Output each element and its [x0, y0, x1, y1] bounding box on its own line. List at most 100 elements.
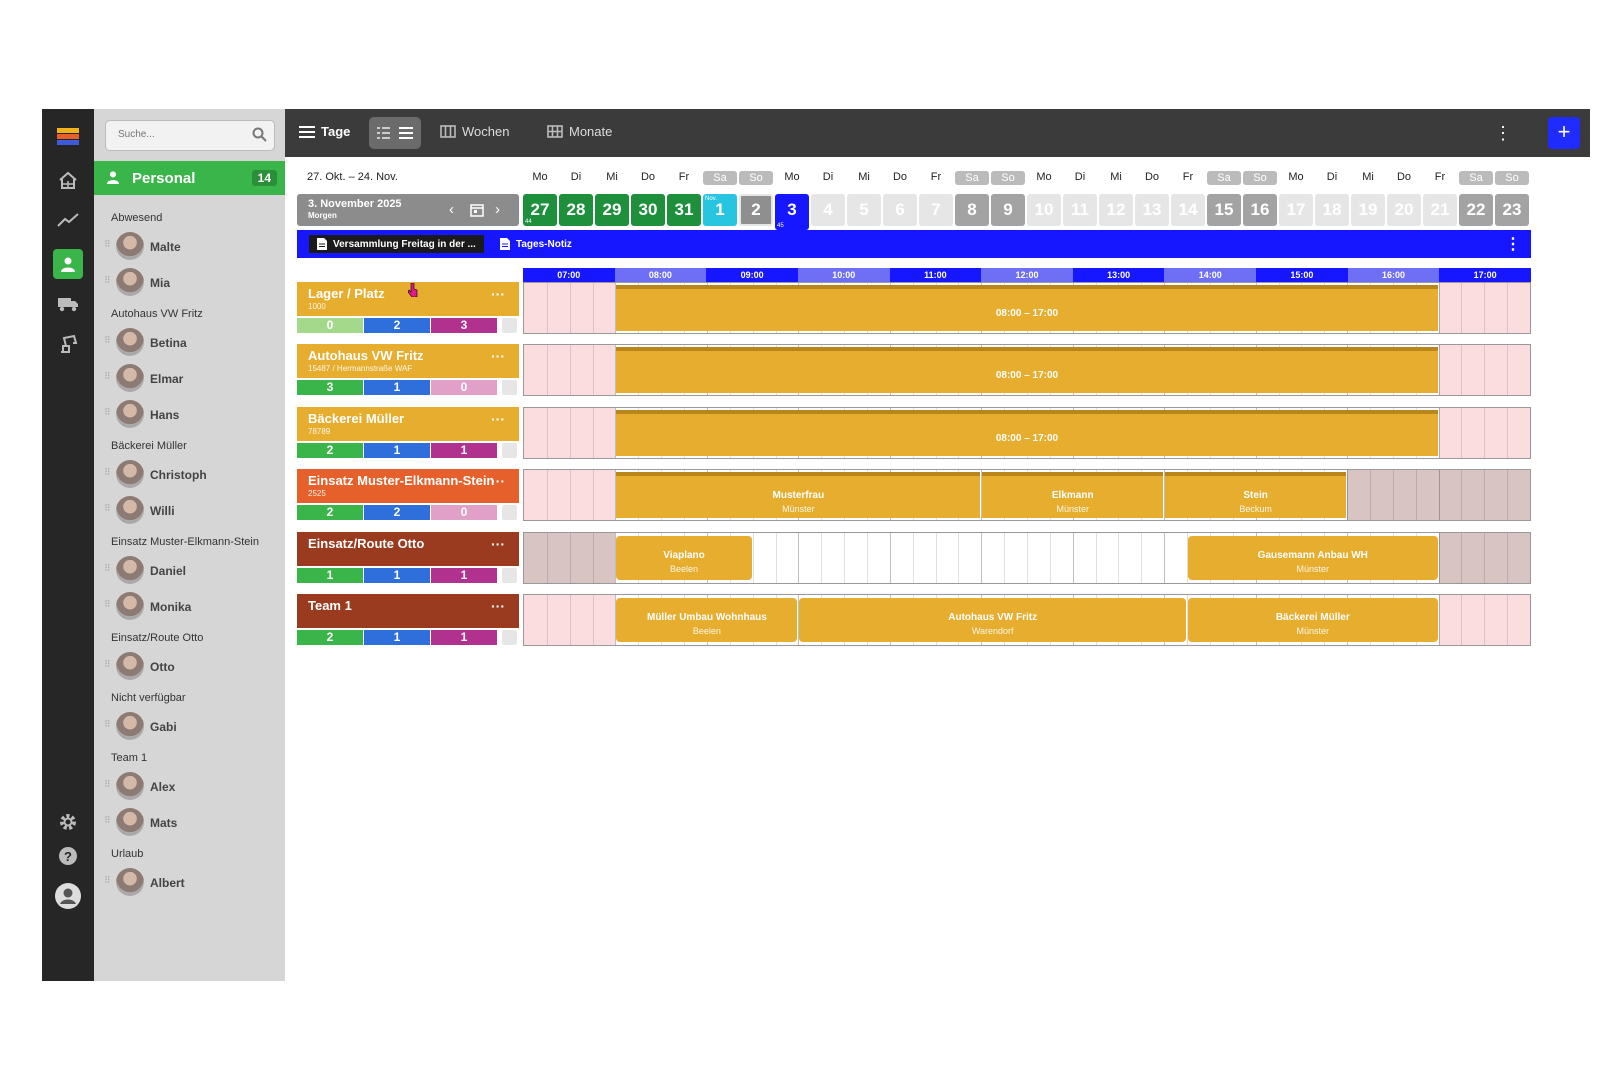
- row-note-icon[interactable]: [502, 380, 517, 395]
- drag-handle-icon[interactable]: ⠿: [104, 468, 111, 480]
- settings-gear-icon[interactable]: [53, 807, 83, 837]
- drag-handle-icon[interactable]: ⠿: [104, 660, 111, 672]
- timeline-track[interactable]: 08:00 – 17:00: [523, 344, 1531, 396]
- timeline-track[interactable]: Musterfrau Münster Elkmann Münster Stein Beck…: [523, 469, 1531, 521]
- shift-block[interactable]: Bäckerei Müller Münster: [1188, 598, 1438, 642]
- help-icon[interactable]: ?: [53, 841, 83, 871]
- day-button[interactable]: 9: [991, 194, 1025, 226]
- rows-icon[interactable]: [399, 127, 413, 139]
- day-button[interactable]: 4: [811, 194, 845, 226]
- shift-block[interactable]: Viaplano Beelen: [616, 536, 752, 580]
- drag-handle-icon[interactable]: ⠿: [104, 780, 111, 792]
- row-note-icon[interactable]: [502, 318, 517, 333]
- day-button[interactable]: 21: [1423, 194, 1457, 226]
- drag-handle-icon[interactable]: ⠿: [104, 408, 111, 420]
- day-button[interactable]: 11: [1063, 194, 1097, 226]
- timeline-track[interactable]: 08:00 – 17:00: [523, 407, 1531, 459]
- person-item[interactable]: ⠿ Christoph: [102, 460, 278, 490]
- day-button[interactable]: 19: [1351, 194, 1385, 226]
- day-button[interactable]: 13: [1135, 194, 1169, 226]
- shift-block[interactable]: Musterfrau Münster: [616, 472, 981, 518]
- shift-block[interactable]: 08:00 – 17:00: [616, 285, 1438, 331]
- row-note-icon[interactable]: [502, 505, 517, 520]
- day-button[interactable]: 2: [739, 194, 773, 226]
- resource-more-icon[interactable]: ···: [491, 536, 505, 552]
- shift-block[interactable]: 08:00 – 17:00: [616, 410, 1438, 456]
- tage-button[interactable]: Tage: [299, 124, 350, 139]
- day-button[interactable]: 29: [595, 194, 629, 226]
- person-item[interactable]: ⠿ Mia: [102, 268, 278, 298]
- drag-handle-icon[interactable]: ⠿: [104, 564, 111, 576]
- day-button[interactable]: 18: [1315, 194, 1349, 226]
- view-toggle[interactable]: [369, 117, 421, 149]
- row-note-icon[interactable]: [502, 630, 517, 645]
- person-item[interactable]: ⠿ Otto: [102, 652, 278, 682]
- personal-header[interactable]: Personal 14: [94, 161, 285, 195]
- home-icon[interactable]: [53, 165, 83, 195]
- person-item[interactable]: ⠿ Malte: [102, 232, 278, 262]
- truck-icon[interactable]: [53, 289, 83, 319]
- day-button[interactable]: 31: [667, 194, 701, 226]
- resource-more-icon[interactable]: ···: [491, 348, 505, 364]
- person-item[interactable]: ⠿ Daniel: [102, 556, 278, 586]
- resource-more-icon[interactable]: ···: [491, 598, 505, 614]
- drag-handle-icon[interactable]: ⠿: [104, 816, 111, 828]
- search-icon[interactable]: [252, 127, 267, 142]
- day-button[interactable]: 28: [559, 194, 593, 226]
- shift-block[interactable]: Gausemann Anbau WH Münster: [1188, 536, 1438, 580]
- timeline-track[interactable]: Müller Umbau Wohnhaus Beelen Autohaus VW F…: [523, 594, 1531, 646]
- person-item[interactable]: ⠿ Hans: [102, 400, 278, 430]
- person-item[interactable]: ⠿ Alex: [102, 772, 278, 802]
- shift-block[interactable]: Autohaus VW Fritz Warendorf: [799, 598, 1187, 642]
- shift-block[interactable]: Elkmann Münster: [982, 472, 1164, 518]
- resource-label[interactable]: Einsatz Muster-Elkmann-Stein 2525 ···: [297, 469, 519, 503]
- search-input[interactable]: [116, 128, 250, 141]
- calendar-icon[interactable]: [470, 203, 484, 217]
- day-button[interactable]: 3 45: [775, 194, 809, 230]
- day-button[interactable]: 22: [1459, 194, 1493, 226]
- add-button[interactable]: +: [1548, 117, 1580, 149]
- resource-label[interactable]: Bäckerei Müller 78789 ···: [297, 407, 519, 441]
- drag-handle-icon[interactable]: ⠿: [104, 720, 111, 732]
- timeline-track[interactable]: Viaplano Beelen Gausemann Anbau WH Münster: [523, 532, 1531, 584]
- day-button[interactable]: 6: [883, 194, 917, 226]
- day-button[interactable]: 7: [919, 194, 953, 226]
- row-note-icon[interactable]: [502, 568, 517, 583]
- day-button[interactable]: 27 44: [523, 194, 557, 226]
- drag-handle-icon[interactable]: ⠿: [104, 276, 111, 288]
- person-item[interactable]: ⠿ Gabi: [102, 712, 278, 742]
- excavator-icon[interactable]: [53, 329, 83, 359]
- drag-handle-icon[interactable]: ⠿: [104, 600, 111, 612]
- shift-block[interactable]: 08:00 – 17:00: [616, 347, 1438, 393]
- timeline-track[interactable]: 08:00 – 17:00: [523, 282, 1531, 334]
- prev-icon[interactable]: ‹: [449, 201, 454, 218]
- day-button[interactable]: 16: [1243, 194, 1277, 226]
- drag-handle-icon[interactable]: ⠿: [104, 372, 111, 384]
- note-tages-notiz[interactable]: Tages-Notiz: [492, 235, 580, 253]
- note-versammlung[interactable]: Versammlung Freitag in der ...: [309, 235, 484, 253]
- person-item[interactable]: ⠿ Betina: [102, 328, 278, 358]
- day-button[interactable]: 1 Nov.: [703, 194, 737, 226]
- monate-button[interactable]: Monate: [547, 124, 612, 139]
- day-button[interactable]: 8: [955, 194, 989, 226]
- grid-icon[interactable]: [377, 127, 390, 139]
- person-item[interactable]: ⠿ Mats: [102, 808, 278, 838]
- day-button[interactable]: 20: [1387, 194, 1421, 226]
- drag-handle-icon[interactable]: ⠿: [104, 336, 111, 348]
- more-options-icon[interactable]: ⋮: [1494, 123, 1512, 144]
- day-button[interactable]: 5: [847, 194, 881, 226]
- day-button[interactable]: 15: [1207, 194, 1241, 226]
- resource-more-icon[interactable]: ···: [491, 411, 505, 427]
- person-item[interactable]: ⠿ Elmar: [102, 364, 278, 394]
- notes-more-icon[interactable]: ⋮: [1505, 234, 1521, 254]
- resource-label[interactable]: Autohaus VW Fritz 15487 / Hermannstraße W…: [297, 344, 519, 378]
- day-button[interactable]: 23: [1495, 194, 1529, 226]
- day-button[interactable]: 10: [1027, 194, 1061, 226]
- day-button[interactable]: 12: [1099, 194, 1133, 226]
- resource-more-icon[interactable]: ···: [491, 286, 505, 302]
- resource-label[interactable]: Team 1 ···: [297, 594, 519, 628]
- row-note-icon[interactable]: [502, 443, 517, 458]
- person-item[interactable]: ⠿ Albert: [102, 868, 278, 898]
- drag-handle-icon[interactable]: ⠿: [104, 876, 111, 888]
- person-item[interactable]: ⠿ Willi: [102, 496, 278, 526]
